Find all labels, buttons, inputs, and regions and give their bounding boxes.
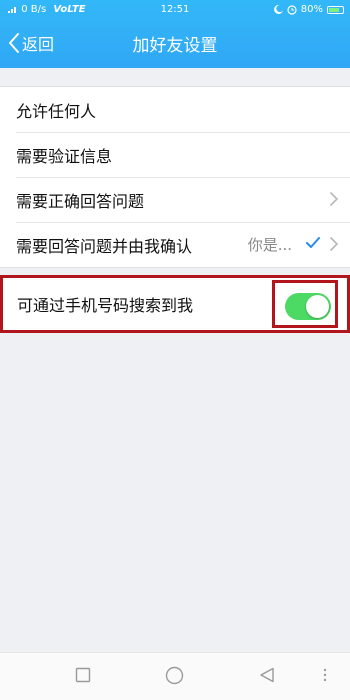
more-dots-icon[interactable]	[323, 667, 327, 683]
add-friend-options-list: 允许任何人 需要验证信息 需要正确回答问题 需要回答问题并由我确认 你是...	[0, 86, 350, 268]
status-right: 80%	[273, 0, 344, 19]
battery-percent: 80%	[300, 4, 323, 15]
battery-icon	[327, 5, 344, 14]
app-header: 0 B/s VoLTE 12:51 80% 返回 加好友设置	[0, 0, 350, 68]
option-allow-anyone[interactable]: 允许任何人	[0, 87, 350, 132]
title-bar: 返回 加好友设置	[0, 22, 350, 66]
option-require-correct-answer[interactable]: 需要正确回答问题	[0, 177, 350, 222]
option-answer-and-confirm[interactable]: 需要回答问题并由我确认 你是...	[0, 222, 350, 267]
moon-icon	[273, 5, 283, 14]
option-label: 需要验证信息	[16, 146, 113, 166]
square-icon[interactable]	[75, 667, 91, 683]
question-hint: 你是...	[247, 236, 292, 254]
phone-search-row: 可通过手机号码搜索到我	[0, 275, 350, 333]
circle-icon[interactable]	[165, 666, 184, 685]
option-label: 允许任何人	[16, 101, 97, 121]
phone-search-toggle[interactable]	[285, 293, 331, 320]
option-require-verification[interactable]: 需要验证信息	[0, 132, 350, 177]
phone-search-label: 可通过手机号码搜索到我	[17, 296, 194, 315]
chevron-right-icon	[330, 237, 338, 251]
status-bar: 0 B/s VoLTE 12:51 80%	[0, 0, 350, 19]
toggle-highlight	[272, 280, 338, 328]
chevron-right-icon	[330, 192, 338, 206]
page-title: 加好友设置	[132, 36, 218, 56]
toggle-knob	[306, 295, 329, 318]
option-label: 需要正确回答问题	[16, 191, 145, 211]
checkmark-icon	[306, 237, 320, 248]
triangle-back-icon[interactable]	[259, 667, 275, 683]
option-label: 需要回答问题并由我确认	[16, 236, 193, 256]
system-nav-bar	[0, 652, 350, 700]
alarm-icon	[287, 4, 297, 15]
